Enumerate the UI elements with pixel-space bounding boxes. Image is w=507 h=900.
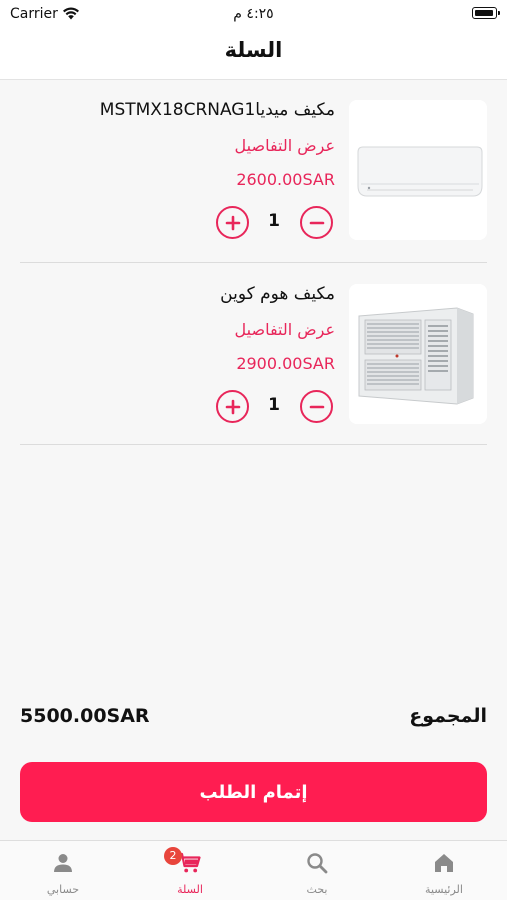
quantity-value: 1 — [268, 211, 280, 231]
tab-home[interactable]: الرئيسية — [381, 841, 507, 900]
tab-label: حسابي — [46, 883, 80, 896]
decrease-quantity-button[interactable] — [300, 390, 333, 423]
status-bar: Carrier ٤:٢٥ م — [0, 0, 507, 30]
total-value: 5500.00SAR — [20, 705, 150, 727]
view-details-link[interactable]: عرض التفاصيل — [235, 136, 335, 155]
view-details-link[interactable]: عرض التفاصيل — [235, 320, 335, 339]
window-ac-image[interactable] — [349, 284, 487, 424]
nav-bar: السلة — [0, 30, 507, 80]
page-title: السلة — [224, 38, 283, 62]
minus-icon — [309, 405, 324, 408]
plus-icon — [225, 215, 240, 230]
person-icon — [54, 854, 72, 872]
item-name: مكيف ميدياMSTMX18CRNAG1 — [99, 100, 335, 120]
cart-badge: 2 — [164, 847, 182, 865]
tab-label: الرئيسية — [425, 883, 463, 896]
tab-search[interactable]: بحث — [254, 841, 380, 900]
home-icon — [435, 854, 453, 872]
divider — [20, 262, 487, 263]
tab-label: بحث — [306, 883, 328, 896]
divider — [20, 444, 487, 445]
plus-icon — [225, 399, 240, 414]
tab-cart[interactable]: 2 السلة — [127, 841, 253, 900]
cart-item: مكيف هوم كوين عرض التفاصيل 2900.00SAR 1 — [20, 284, 487, 446]
cart-item: مكيف ميدياMSTMX18CRNAG1 عرض التفاصيل 260… — [20, 100, 487, 262]
status-time: ٤:٢٥ م — [233, 6, 274, 22]
item-price: 2600.00SAR — [236, 170, 335, 189]
tab-bar: حسابي 2 السلة بحث الرئيسية — [0, 840, 507, 900]
minus-icon — [309, 221, 324, 224]
increase-quantity-button[interactable] — [216, 206, 249, 239]
search-icon — [307, 853, 328, 874]
split-ac-image[interactable] — [349, 100, 487, 240]
total-label: المجموع — [409, 705, 487, 727]
tab-label: السلة — [177, 883, 203, 896]
tab-account[interactable]: حسابي — [0, 841, 126, 900]
item-name: مكيف هوم كوين — [220, 284, 335, 304]
item-price: 2900.00SAR — [236, 354, 335, 373]
increase-quantity-button[interactable] — [216, 390, 249, 423]
battery-icon — [472, 7, 500, 19]
quantity-value: 1 — [268, 395, 280, 415]
checkout-button[interactable]: إتمام الطلب — [20, 762, 487, 822]
decrease-quantity-button[interactable] — [300, 206, 333, 239]
